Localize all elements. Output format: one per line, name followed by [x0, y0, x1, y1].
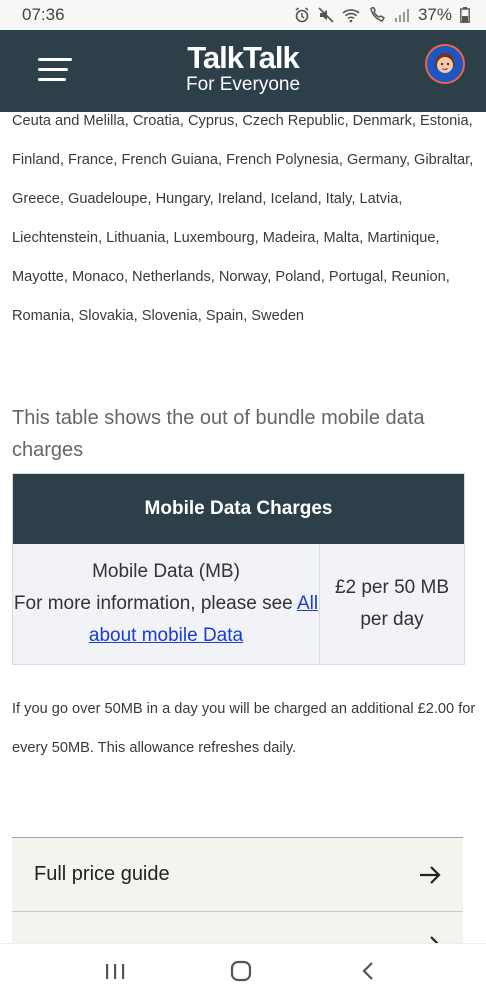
system-nav-bar — [0, 943, 486, 1000]
accordion: Full price guide — [12, 837, 463, 954]
mute-icon — [318, 7, 334, 23]
countries-list: Ceuta and Melilla, Croatia, Cyprus, Czec… — [12, 113, 474, 324]
row-info-text: For more information, please see — [13, 593, 293, 614]
table-row: Mobile Data (MB) For more information, p… — [13, 544, 464, 664]
alarm-icon — [295, 7, 309, 23]
status-icons: 37% — [294, 5, 470, 25]
wifi-call-icon — [370, 7, 386, 22]
avatar-icon — [427, 46, 463, 82]
brand-tagline: For Everyone — [185, 74, 301, 95]
brand-name: TalkTalk — [187, 40, 299, 75]
table-intro: This table shows the out of bundle mobil… — [12, 407, 425, 461]
full-price-guide-item[interactable]: Full price guide — [12, 838, 463, 912]
table-cell-price: £2 per 50 MB per day — [334, 577, 450, 630]
status-bar: 07:36 37% — [0, 0, 486, 30]
status-time: 07:36 — [22, 5, 65, 24]
brand-logo[interactable]: TalkTalk For Everyone — [0, 42, 486, 96]
overage-text: If you go over 50MB in a day you will be… — [12, 701, 476, 756]
home-icon[interactable] — [229, 960, 253, 982]
row-info: For more information, please see All abo… — [13, 588, 319, 652]
battery-level: 37% — [417, 5, 452, 24]
table-heading: Mobile Data Charges — [13, 474, 464, 544]
signal-icon — [394, 9, 409, 22]
battery-icon — [460, 7, 470, 23]
account-avatar[interactable] — [425, 44, 465, 84]
back-icon[interactable] — [358, 960, 378, 982]
site-header: TalkTalk For Everyone — [0, 30, 486, 112]
wifi-icon — [342, 9, 360, 23]
table-cell-description: Mobile Data (MB) For more information, p… — [13, 544, 320, 664]
arrow-right-icon — [420, 865, 441, 884]
row-title: Mobile Data (MB) — [92, 561, 240, 582]
accordion-label: Full price guide — [34, 863, 170, 885]
mobile-data-charges-table: Mobile Data Charges Mobile Data (MB) For… — [12, 473, 465, 665]
recent-apps-icon[interactable] — [104, 960, 126, 982]
